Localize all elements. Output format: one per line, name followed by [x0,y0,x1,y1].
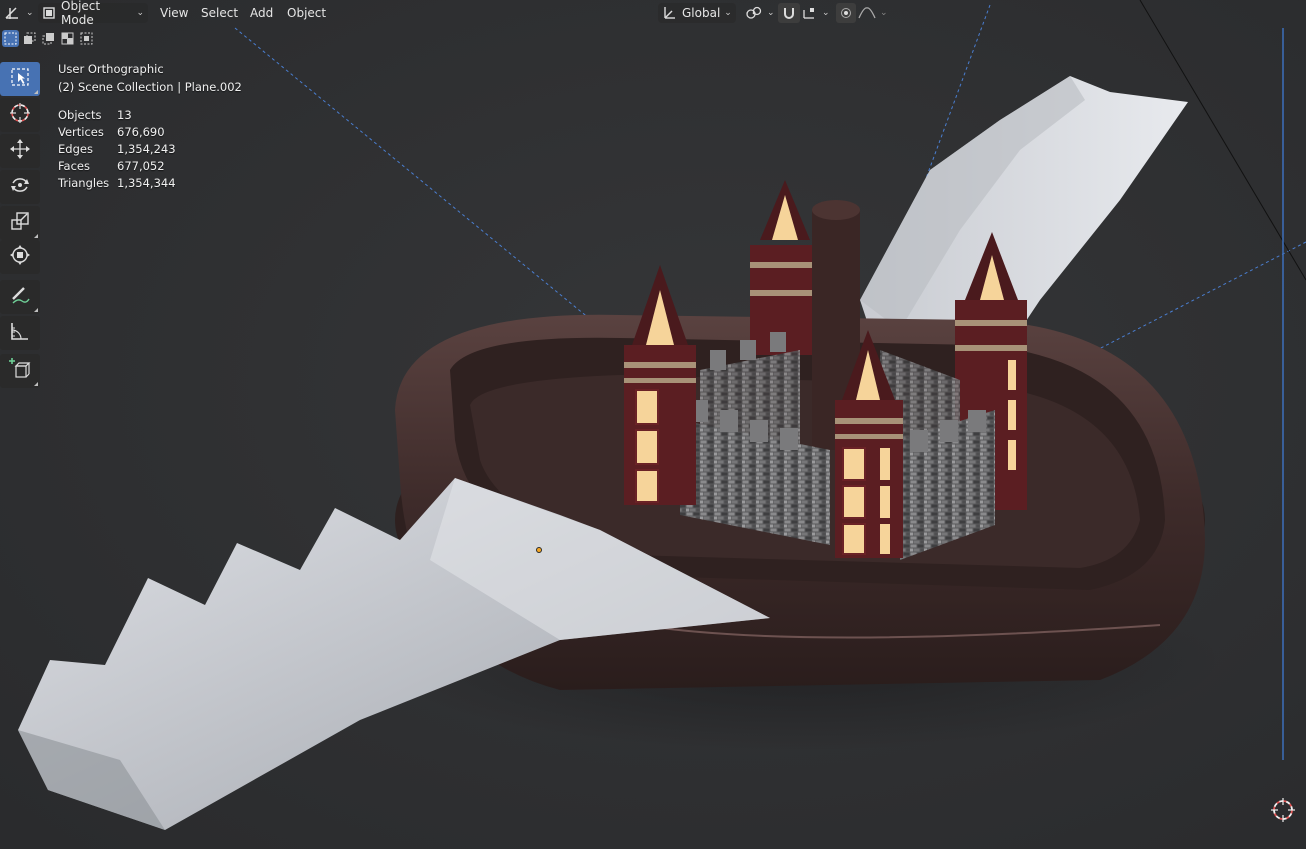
tool-scale[interactable] [0,206,40,240]
tool-cursor[interactable] [0,98,40,132]
selection-mode-group [2,30,95,47]
object-mode-icon [42,6,56,20]
stat-row: Objects 13 [58,106,176,123]
falloff-dropdown[interactable]: ⌄ [858,3,888,23]
transform-orientation-dropdown[interactable]: Global ⌄ [658,3,736,23]
stat-value: 13 [117,107,132,122]
tool-select-box[interactable] [0,62,40,96]
menu-select[interactable]: Select [197,3,242,23]
stat-label: Vertices [58,124,104,139]
mode-dropdown[interactable]: Object Mode ⌄ [38,0,148,27]
viewport-info: User Orthographic (2) Scene Collection |… [58,60,242,96]
tool-rotate[interactable] [0,170,40,204]
cursor-icon [9,102,31,128]
tool-options-corner [34,90,38,94]
chevron-down-icon: ⌄ [724,8,732,18]
select-new-icon[interactable] [2,30,19,47]
chevron-down-icon: ⌄ [767,8,775,18]
snap-toggle[interactable] [778,3,800,23]
stat-row: Triangles 1,354,344 [58,174,176,191]
3d-viewport[interactable]: ⌄ Object Mode ⌄ View Select Add Object G… [0,0,1306,849]
3d-cursor-icon[interactable] [1270,797,1296,823]
snap-target-dropdown[interactable]: ⌄ [802,3,830,23]
rotate-icon [9,174,31,200]
orientation-label: Global [682,6,721,20]
editor-type-button[interactable]: ⌄ [4,3,34,23]
pivot-point-icon [745,6,763,20]
move-icon [9,138,31,164]
active-collection: (2) Scene Collection | Plane.002 [58,80,242,94]
annotate-icon [9,284,31,310]
stat-row: Faces 677,052 [58,157,176,174]
stat-label: Edges [58,141,93,156]
menu-view[interactable]: View [156,3,192,23]
add-cube-icon [8,357,32,385]
select-extend-icon[interactable] [21,30,38,47]
tool-options-corner [34,382,38,386]
tool-add-cube[interactable] [0,354,40,388]
tool-annotate[interactable] [0,280,40,314]
stat-value: 676,690 [117,124,165,139]
proportional-editing-toggle[interactable] [836,3,856,23]
magnet-icon [782,6,796,20]
tool-options-corner [34,234,38,238]
scale-icon [9,210,31,236]
chevron-down-icon: ⌄ [880,8,888,18]
falloff-curve-icon [858,6,876,20]
proportional-editing-icon [840,7,852,19]
orientation-axes-icon [662,6,676,20]
chevron-down-icon: ⌄ [26,8,34,18]
measure-icon [9,320,31,346]
tool-transform[interactable] [0,240,40,274]
select-subtract-icon[interactable] [40,30,57,47]
select-intersect-icon[interactable] [78,30,95,47]
snap-target-icon [802,6,818,20]
pivot-point-dropdown[interactable]: ⌄ [745,3,775,23]
tool-measure[interactable] [0,316,40,350]
stat-value: 1,354,243 [117,141,176,156]
stat-label: Triangles [58,175,110,190]
stat-value: 1,354,344 [117,175,176,190]
mode-label: Object Mode [61,0,101,27]
viewport-header: ⌄ Object Mode ⌄ View Select Add Object G… [0,0,1306,27]
menu-object[interactable]: Object [283,3,330,23]
select-box-icon [10,67,30,91]
stat-row: Vertices 676,690 [58,123,176,140]
tool-options-corner [34,308,38,312]
menu-add[interactable]: Add [246,3,277,23]
scene-statistics: Objects 13 Vertices 676,690 Edges 1,354,… [58,106,176,191]
view-name: User Orthographic [58,62,164,76]
chevron-down-icon: ⌄ [136,8,144,18]
stat-value: 677,052 [117,158,165,173]
stat-label: Faces [58,158,90,173]
stat-row: Edges 1,354,243 [58,140,176,157]
select-invert-icon[interactable] [59,30,76,47]
transform-icon [9,244,31,270]
stat-label: Objects [58,107,102,122]
tool-move[interactable] [0,134,40,168]
scene-render[interactable] [0,0,1306,849]
editor-type-icon [4,5,22,21]
chevron-down-icon: ⌄ [822,8,830,18]
